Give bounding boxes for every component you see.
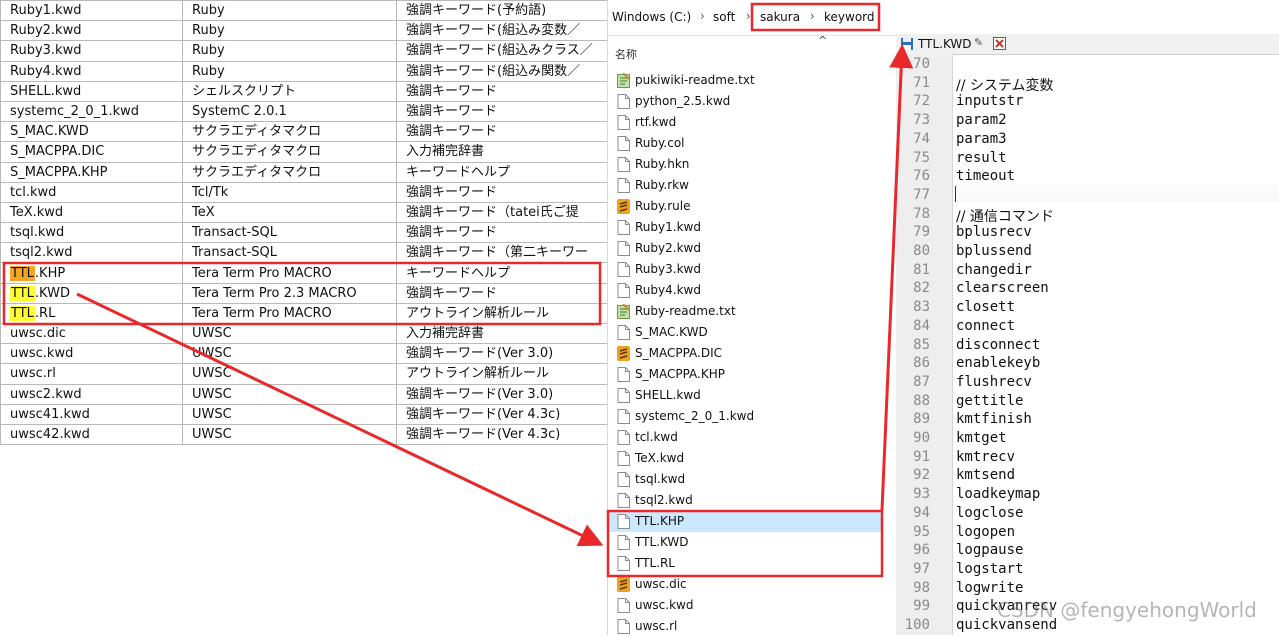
table-highlight-box xyxy=(2,261,602,326)
watermark: CSDN @fengyehongWorld xyxy=(997,598,1257,622)
file-highlight-box xyxy=(606,509,884,578)
annotation-overlay xyxy=(2,2,914,578)
breadcrumb-highlight-box xyxy=(750,2,881,32)
annotation-arrow xyxy=(76,292,604,547)
annotation-arrow xyxy=(880,44,914,511)
